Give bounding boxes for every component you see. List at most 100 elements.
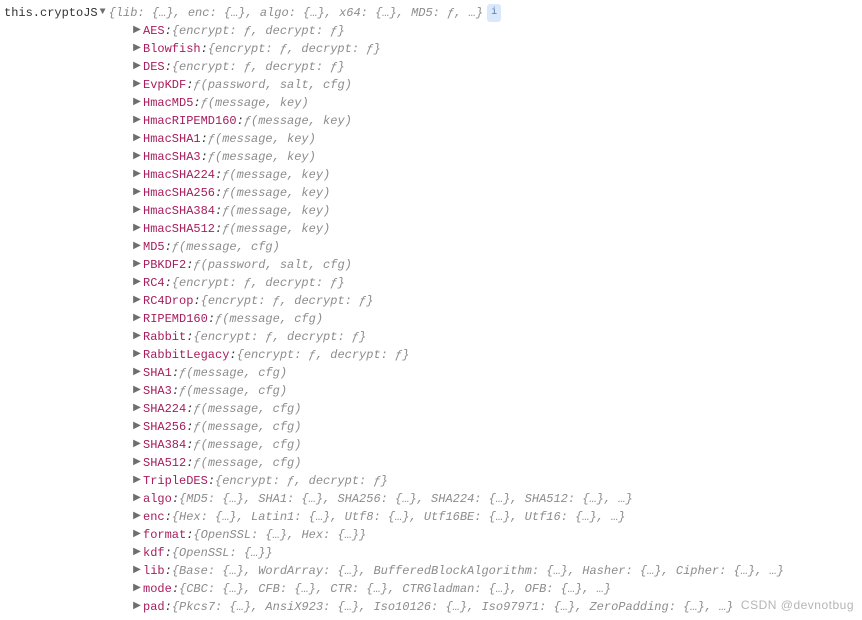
function-signature: (password, salt, cfg) (201, 256, 352, 274)
object-tree: this.cryptoJS {lib: {…}, enc: {…}, algo:… (4, 4, 858, 616)
property-row[interactable]: SHA512: ƒ (message, cfg) (4, 454, 858, 472)
expand-arrow-right-icon[interactable] (132, 94, 142, 112)
expand-arrow-right-icon[interactable] (132, 202, 142, 220)
property-row[interactable]: enc: {Hex: {…}, Latin1: {…}, Utf8: {…}, … (4, 508, 858, 526)
expand-arrow-right-icon[interactable] (132, 184, 142, 202)
expand-arrow-right-icon[interactable] (132, 382, 142, 400)
expand-arrow-right-icon[interactable] (132, 130, 142, 148)
property-row[interactable]: SHA1: ƒ (message, cfg) (4, 364, 858, 382)
expand-arrow-right-icon[interactable] (132, 418, 142, 436)
expand-arrow-right-icon[interactable] (132, 310, 142, 328)
expand-arrow-right-icon[interactable] (132, 400, 142, 418)
expand-arrow-right-icon[interactable] (132, 544, 142, 562)
expand-arrow-right-icon[interactable] (132, 436, 142, 454)
expression-label: this.cryptoJS (4, 4, 98, 22)
property-row[interactable]: EvpKDF: ƒ (password, salt, cfg) (4, 76, 858, 94)
property-name: DES (143, 58, 165, 76)
property-row[interactable]: HmacMD5: ƒ (message, key) (4, 94, 858, 112)
expand-arrow-right-icon[interactable] (132, 328, 142, 346)
property-name: AES (143, 22, 165, 40)
property-row[interactable]: Blowfish: {encrypt: ƒ, decrypt: ƒ} (4, 40, 858, 58)
expand-arrow-right-icon[interactable] (132, 490, 142, 508)
function-icon: ƒ (193, 436, 200, 454)
expand-arrow-right-icon[interactable] (132, 598, 142, 616)
root-row[interactable]: this.cryptoJS {lib: {…}, enc: {…}, algo:… (4, 4, 858, 22)
property-row[interactable]: HmacRIPEMD160: ƒ (message, key) (4, 112, 858, 130)
expand-arrow-right-icon[interactable] (132, 238, 142, 256)
expand-arrow-right-icon[interactable] (132, 112, 142, 130)
property-row[interactable]: AES: {encrypt: ƒ, decrypt: ƒ} (4, 22, 858, 40)
property-name: lib (143, 562, 165, 580)
expand-arrow-right-icon[interactable] (132, 454, 142, 472)
property-row[interactable]: HmacSHA384: ƒ (message, key) (4, 202, 858, 220)
property-row[interactable]: HmacSHA224: ƒ (message, key) (4, 166, 858, 184)
property-name: algo (143, 490, 172, 508)
object-preview: {encrypt: ƒ, decrypt: ƒ} (193, 328, 366, 346)
property-row[interactable]: RC4Drop: {encrypt: ƒ, decrypt: ƒ} (4, 292, 858, 310)
expand-arrow-right-icon[interactable] (132, 58, 142, 76)
expand-arrow-right-icon[interactable] (132, 166, 142, 184)
function-icon: ƒ (193, 256, 200, 274)
expand-arrow-right-icon[interactable] (132, 346, 142, 364)
expand-arrow-right-icon[interactable] (132, 274, 142, 292)
function-icon: ƒ (215, 310, 222, 328)
property-row[interactable]: HmacSHA512: ƒ (message, key) (4, 220, 858, 238)
property-name: HmacSHA512 (143, 220, 215, 238)
expand-arrow-right-icon[interactable] (132, 40, 142, 58)
property-name: EvpKDF (143, 76, 186, 94)
expand-arrow-right-icon[interactable] (132, 220, 142, 238)
property-row[interactable]: lib: {Base: {…}, WordArray: {…}, Buffere… (4, 562, 858, 580)
property-row[interactable]: DES: {encrypt: ƒ, decrypt: ƒ} (4, 58, 858, 76)
object-preview: {encrypt: ƒ, decrypt: ƒ} (215, 472, 388, 490)
property-name: MD5 (143, 238, 165, 256)
property-row[interactable]: HmacSHA3: ƒ (message, key) (4, 148, 858, 166)
expand-arrow-right-icon[interactable] (132, 472, 142, 490)
property-row[interactable]: SHA384: ƒ (message, cfg) (4, 436, 858, 454)
function-signature: (message, key) (229, 184, 330, 202)
expand-arrow-right-icon[interactable] (132, 526, 142, 544)
property-name: SHA1 (143, 364, 172, 382)
function-icon: ƒ (222, 220, 229, 238)
expand-arrow-right-icon[interactable] (132, 22, 142, 40)
property-row[interactable]: MD5: ƒ (message, cfg) (4, 238, 858, 256)
property-row[interactable]: pad: {Pkcs7: {…}, AnsiX923: {…}, Iso1012… (4, 598, 858, 616)
property-row[interactable]: TripleDES: {encrypt: ƒ, decrypt: ƒ} (4, 472, 858, 490)
object-preview: {encrypt: ƒ, decrypt: ƒ} (208, 40, 381, 58)
expand-arrow-right-icon[interactable] (132, 148, 142, 166)
info-badge-icon[interactable]: i (487, 4, 501, 22)
watermark: CSDN @devnotbug (741, 596, 854, 614)
property-row[interactable]: RIPEMD160: ƒ (message, cfg) (4, 310, 858, 328)
function-icon: ƒ (244, 112, 251, 130)
function-signature: (message, key) (208, 94, 309, 112)
property-name: RC4Drop (143, 292, 193, 310)
expand-arrow-right-icon[interactable] (132, 292, 142, 310)
function-icon: ƒ (179, 382, 186, 400)
property-row[interactable]: Rabbit: {encrypt: ƒ, decrypt: ƒ} (4, 328, 858, 346)
property-row[interactable]: SHA224: ƒ (message, cfg) (4, 400, 858, 418)
property-row[interactable]: SHA3: ƒ (message, cfg) (4, 382, 858, 400)
property-row[interactable]: algo: {MD5: {…}, SHA1: {…}, SHA256: {…},… (4, 490, 858, 508)
expand-arrow-right-icon[interactable] (132, 256, 142, 274)
property-row[interactable]: SHA256: ƒ (message, cfg) (4, 418, 858, 436)
expand-arrow-right-icon[interactable] (132, 562, 142, 580)
property-name: Rabbit (143, 328, 186, 346)
property-row[interactable]: mode: {CBC: {…}, CFB: {…}, CTR: {…}, CTR… (4, 580, 858, 598)
property-name: Blowfish (143, 40, 201, 58)
expand-arrow-down-icon[interactable] (98, 4, 108, 22)
property-row[interactable]: RabbitLegacy: {encrypt: ƒ, decrypt: ƒ} (4, 346, 858, 364)
property-row[interactable]: HmacSHA256: ƒ (message, key) (4, 184, 858, 202)
expand-arrow-right-icon[interactable] (132, 580, 142, 598)
object-preview: {MD5: {…}, SHA1: {…}, SHA256: {…}, SHA22… (179, 490, 633, 508)
property-row[interactable]: HmacSHA1: ƒ (message, key) (4, 130, 858, 148)
property-row[interactable]: kdf: {OpenSSL: {…}} (4, 544, 858, 562)
expand-arrow-right-icon[interactable] (132, 364, 142, 382)
function-signature: (message, cfg) (201, 400, 302, 418)
property-row[interactable]: format: {OpenSSL: {…}, Hex: {…}} (4, 526, 858, 544)
property-row[interactable]: PBKDF2: ƒ (password, salt, cfg) (4, 256, 858, 274)
expand-arrow-right-icon[interactable] (132, 76, 142, 94)
expand-arrow-right-icon[interactable] (132, 508, 142, 526)
property-name: HmacRIPEMD160 (143, 112, 237, 130)
function-signature: (message, key) (229, 220, 330, 238)
function-signature: (message, key) (251, 112, 352, 130)
property-row[interactable]: RC4: {encrypt: ƒ, decrypt: ƒ} (4, 274, 858, 292)
